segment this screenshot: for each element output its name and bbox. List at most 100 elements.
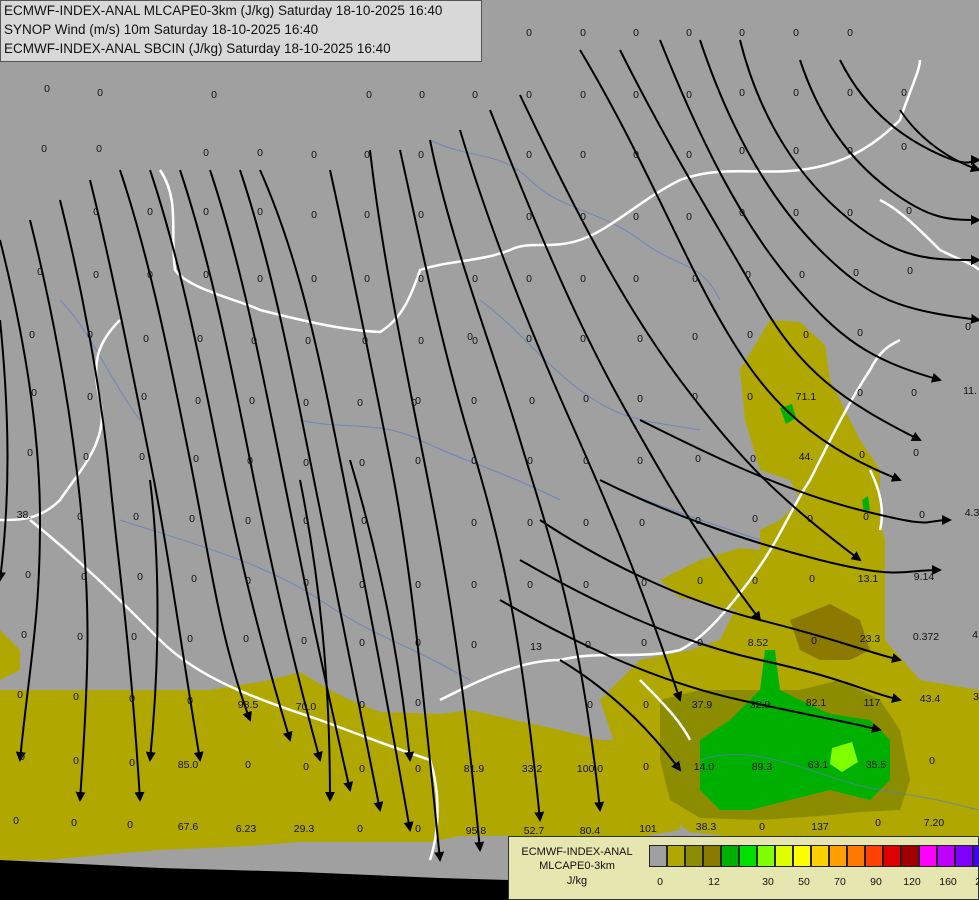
- value-label: 8.52: [748, 637, 769, 649]
- value-label: 9.14: [914, 571, 935, 583]
- value-label: 0: [419, 89, 425, 101]
- value-label: 0: [587, 699, 593, 711]
- value-label: 0: [793, 207, 799, 219]
- value-label: 0: [189, 513, 195, 525]
- value-label: 0: [633, 149, 639, 161]
- value-label: 0: [251, 335, 257, 347]
- value-label: 0: [13, 815, 19, 827]
- value-label: 0: [739, 27, 745, 39]
- value-label: 0: [362, 335, 368, 347]
- value-label: 0: [686, 149, 692, 161]
- value-label: 0: [745, 269, 751, 281]
- value-label: 0: [847, 145, 853, 157]
- value-label: 0: [311, 209, 317, 221]
- value-label: 0: [580, 149, 586, 161]
- value-label: 38.: [17, 509, 32, 521]
- value-label: 0: [472, 89, 478, 101]
- value-label: 0: [637, 455, 643, 467]
- value-label: 3: [973, 691, 979, 703]
- value-label: 29.3: [294, 823, 315, 835]
- value-label: 0: [249, 395, 255, 407]
- value-label: 0: [245, 575, 251, 587]
- value-label: 0: [752, 575, 758, 587]
- value-label: 13: [530, 641, 542, 653]
- header-line-cape: ECMWF-INDEX-ANAL MLCAPE0-3km (J/kg) Satu…: [4, 3, 443, 18]
- value-label: 0: [641, 577, 647, 589]
- value-label: 0: [415, 697, 421, 709]
- value-label: 0: [25, 569, 31, 581]
- value-label: 38.3: [696, 821, 717, 833]
- legend-swatch: [775, 845, 793, 867]
- value-label: 0: [747, 391, 753, 403]
- value-label: 0: [472, 273, 478, 285]
- value-label: 0: [415, 395, 421, 407]
- value-label: 0: [471, 517, 477, 529]
- value-label: 0: [129, 693, 135, 705]
- value-label: 0: [418, 209, 424, 221]
- value-label: 0: [901, 141, 907, 153]
- value-label: 0: [583, 455, 589, 467]
- value-label: 0: [359, 763, 365, 775]
- value-label: 0: [529, 395, 535, 407]
- value-label: 0: [637, 393, 643, 405]
- value-label: 0: [639, 517, 645, 529]
- value-label: 0: [641, 637, 647, 649]
- value-label: 0: [471, 455, 477, 467]
- value-label: 0: [359, 579, 365, 591]
- value-label: 0: [359, 457, 365, 469]
- value-label: 0: [471, 579, 477, 591]
- header-box: ECMWF-INDEX-ANAL MLCAPE0-3km (J/kg) Satu…: [0, 0, 482, 62]
- value-label: 82.1: [806, 697, 827, 709]
- value-label: 0: [580, 211, 586, 223]
- value-label: 0: [29, 329, 35, 341]
- value-label: 0: [747, 329, 753, 341]
- value-label: 14.0: [694, 761, 715, 773]
- value-label: 0: [811, 635, 817, 647]
- value-label: 0: [692, 391, 698, 403]
- value-label: 0: [803, 329, 809, 341]
- value-label: 0: [415, 455, 421, 467]
- value-label: 0: [245, 515, 251, 527]
- legend-swatch: [919, 845, 937, 867]
- value-label: 0: [357, 823, 363, 835]
- value-label: 35.5: [866, 759, 887, 771]
- value-label: 0: [759, 821, 765, 833]
- value-label: 0: [257, 273, 263, 285]
- value-label: 0: [211, 89, 217, 101]
- value-label: 0: [752, 513, 758, 525]
- header-line-wind: SYNOP Wind (m/s) 10m Saturday 18-10-2025…: [4, 22, 319, 37]
- value-label: 0: [739, 87, 745, 99]
- legend-title: ECMWF-INDEX-ANAL MLCAPE0-3km: [511, 845, 643, 873]
- legend-unit: J/kg: [566, 875, 588, 887]
- value-label: 0: [193, 453, 199, 465]
- value-label: 0: [143, 333, 149, 345]
- value-label: 0: [129, 757, 135, 769]
- value-label: 0: [311, 149, 317, 161]
- value-label: 0: [203, 206, 209, 218]
- value-label: 0: [692, 331, 698, 343]
- value-label: 0: [133, 511, 139, 523]
- value-label: 0: [857, 387, 863, 399]
- value-label: 0: [739, 207, 745, 219]
- value-label: 101: [639, 823, 657, 835]
- value-label: 0: [187, 633, 193, 645]
- value-label: 0: [187, 695, 193, 707]
- value-label: 0: [527, 455, 533, 467]
- value-label: 0: [793, 87, 799, 99]
- value-label: 0: [739, 145, 745, 157]
- value-label: 0: [73, 691, 79, 703]
- value-label: 0: [692, 273, 698, 285]
- value-label: 0: [929, 755, 935, 767]
- legend-title-line2: MLCAPE0-3km: [539, 860, 615, 872]
- legend-swatch: [811, 845, 829, 867]
- legend-tick-label: 250: [975, 876, 979, 888]
- value-label: 0: [303, 577, 309, 589]
- value-label: 0: [580, 333, 586, 345]
- legend-tick-label: 12: [708, 876, 720, 888]
- legend-swatch: [703, 845, 721, 867]
- value-label: 0: [247, 455, 253, 467]
- legend-swatch: [865, 845, 883, 867]
- legend-swatch: [685, 845, 703, 867]
- value-label: 0: [807, 513, 813, 525]
- value-label: 0: [303, 457, 309, 469]
